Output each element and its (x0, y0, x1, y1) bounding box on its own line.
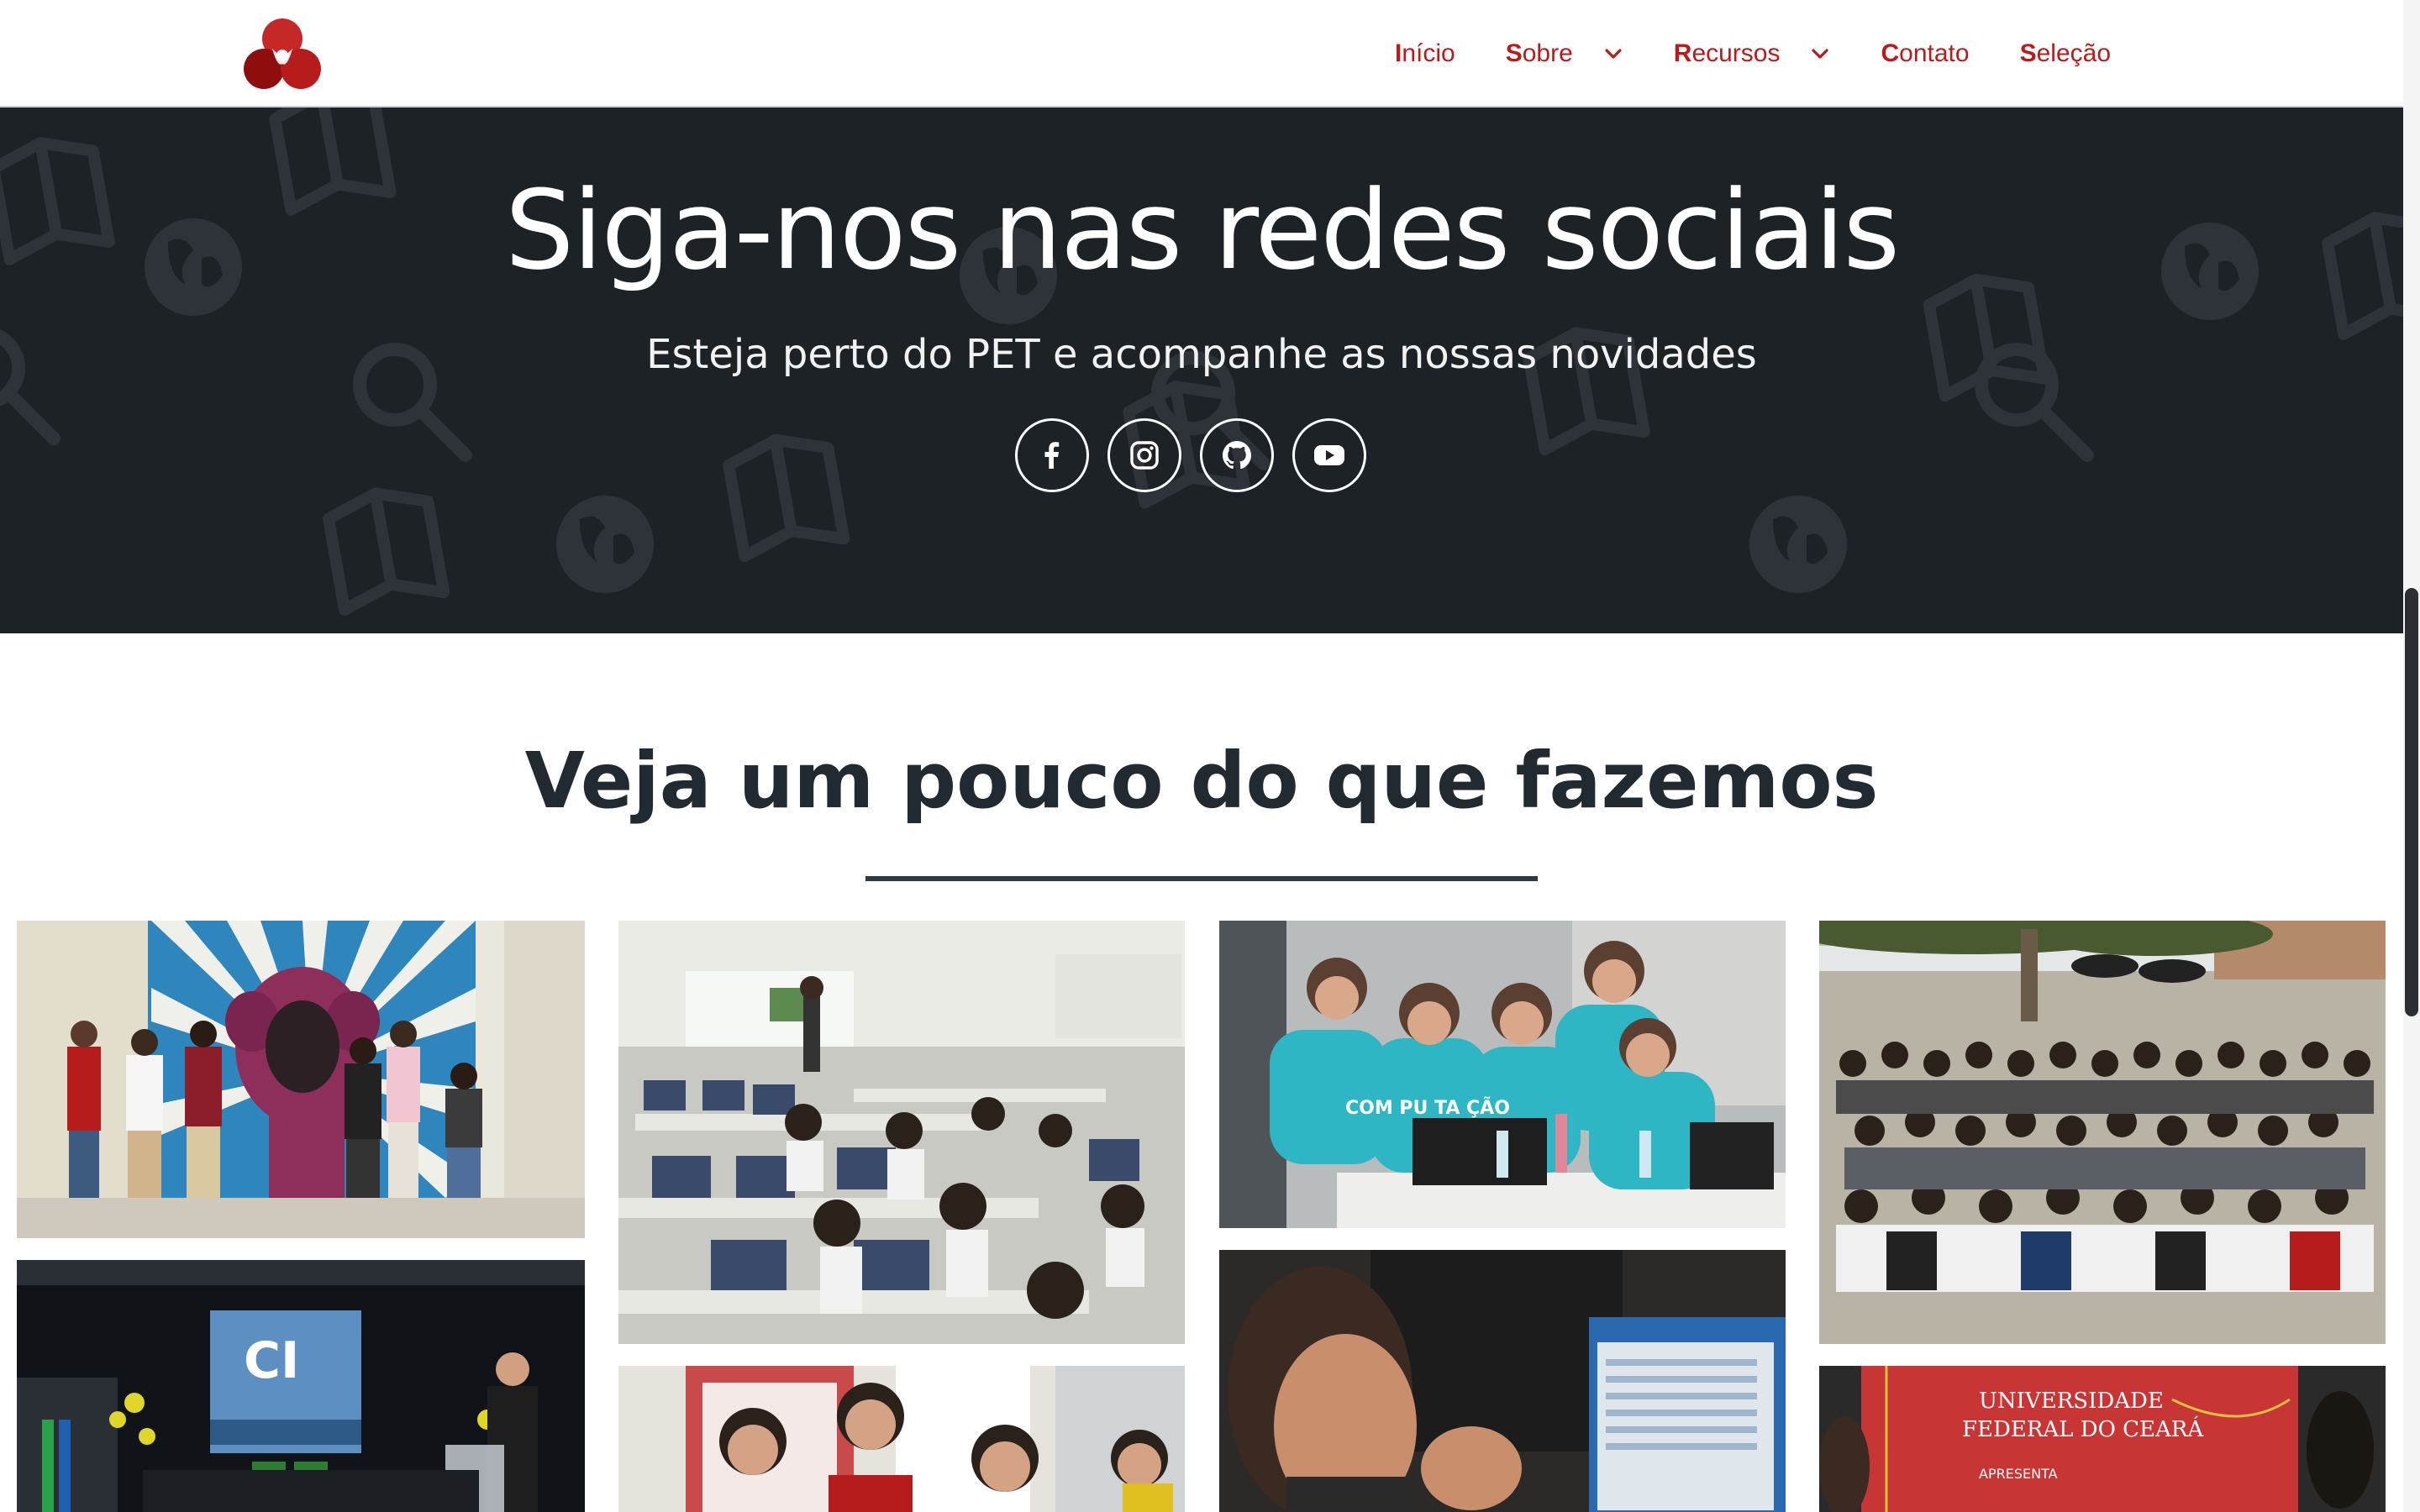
main-nav: Início Sobre Recursos Contato Seleção (1344, 0, 2111, 108)
nav-label-initial: R (1673, 39, 1692, 67)
gallery-photo-mural[interactable] (17, 921, 585, 1238)
nav-label-initial: S (1505, 39, 1523, 67)
hero-title: Siga-nos nas redes sociais (504, 166, 1900, 294)
chevron-down-icon[interactable] (1810, 44, 1830, 64)
nav-label-rest: eleção (2036, 39, 2111, 67)
youtube-icon (1314, 445, 1344, 465)
ufc-line1: UNIVERSIDADE (1979, 1389, 2164, 1414)
github-link[interactable] (1200, 418, 1274, 492)
chevron-down-icon[interactable] (1603, 44, 1623, 64)
scrollbar-thumb[interactable] (2405, 588, 2418, 1016)
gallery-photo-classroom[interactable] (618, 921, 1185, 1344)
github-icon (1223, 441, 1251, 470)
top-navbar: Início Sobre Recursos Contato Seleção (0, 0, 2403, 108)
pet-logo-icon[interactable] (239, 13, 326, 94)
social-hero: Siga-nos nas redes sociais Esteja perto … (0, 108, 2403, 633)
nav-item-sobre[interactable]: Sobre (1506, 39, 1623, 68)
gallery-photo-poster-session[interactable] (618, 1366, 1185, 1512)
instagram-link[interactable] (1107, 418, 1181, 492)
screen-banner: CI (244, 1331, 299, 1390)
section-divider (865, 876, 1538, 881)
gallery-photo-ufc-banner[interactable]: UNIVERSIDADE FEDERAL DO CEARÁ APRESENTA (1819, 1366, 2386, 1512)
section-title: Veja um pouco do que fazemos (0, 736, 2403, 826)
nav-label-rest: ecursos (1691, 39, 1781, 67)
instagram-icon (1130, 441, 1159, 470)
gallery-photo-team[interactable]: COM PU TA ÇÃO (1219, 921, 1786, 1228)
social-links (1015, 418, 1366, 492)
ufc-line2: FEDERAL DO CEARÁ (1962, 1415, 2204, 1442)
nav-item-contato[interactable]: Contato (1881, 39, 1969, 68)
youtube-link[interactable] (1292, 418, 1366, 492)
shirt-print: COM PU TA ÇÃO (1345, 1097, 1510, 1119)
hero-subtitle: Esteja perto do PET e acompanhe as nossa… (646, 331, 1757, 378)
nav-label-rest: nício (1402, 39, 1455, 67)
nav-item-inicio[interactable]: Início (1395, 39, 1455, 68)
gallery-photo-computer[interactable] (1219, 1250, 1786, 1512)
nav-label-initial: S (2019, 39, 2037, 67)
gallery-photo-group[interactable] (1819, 921, 2386, 1344)
nav-item-selecao[interactable]: Seleção (2020, 39, 2111, 68)
facebook-icon (1044, 442, 1060, 469)
facebook-link[interactable] (1015, 418, 1089, 492)
ufc-line3: APRESENTA (1979, 1466, 2058, 1482)
section-title-initial: V (524, 736, 581, 826)
nav-label-rest: obre (1522, 39, 1573, 67)
gallery-photo-auditorium[interactable]: CI (17, 1260, 585, 1512)
nav-item-recursos[interactable]: Recursos (1674, 39, 1831, 68)
nav-label-rest: ontato (1899, 39, 1970, 67)
nav-label-initial: I (1394, 39, 1402, 67)
section-title-rest: eja um pouco do que fazemos (580, 736, 1879, 826)
nav-label-initial: C (1881, 39, 1900, 67)
